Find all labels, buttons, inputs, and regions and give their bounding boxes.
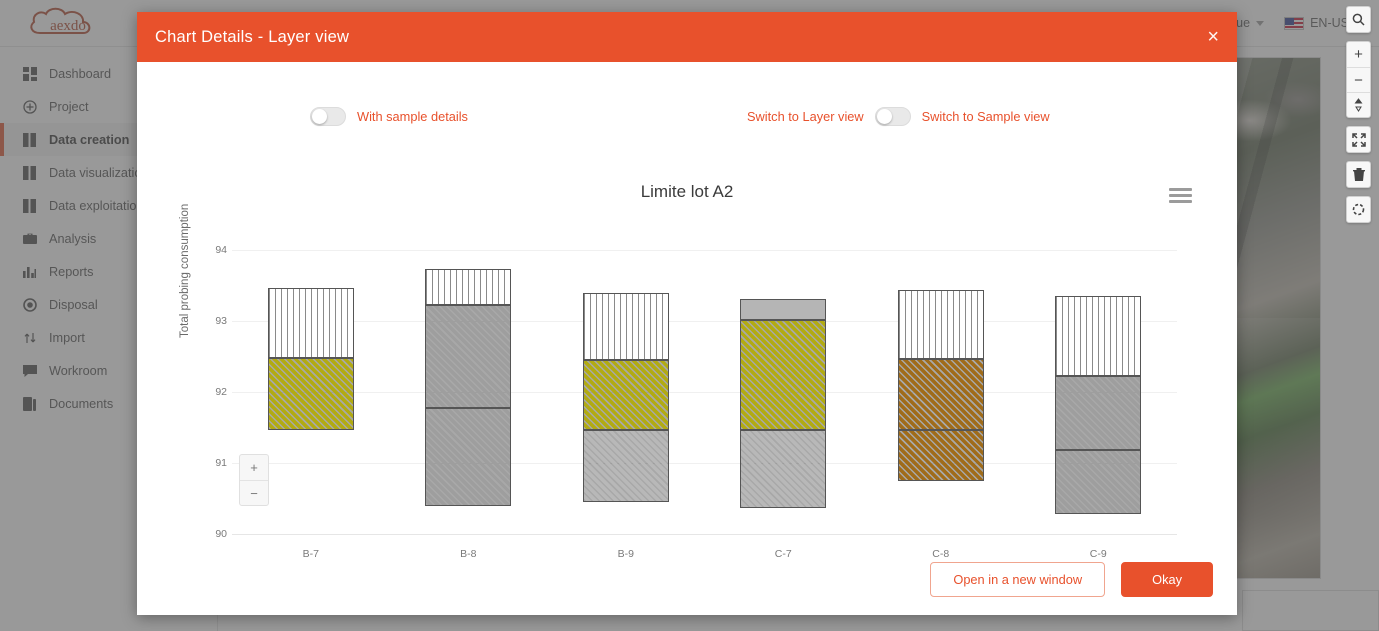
refresh-icon[interactable] [1347, 197, 1370, 222]
chart-bar[interactable] [897, 290, 984, 482]
modal-body: With sample details Switch to Layer view… [137, 62, 1237, 615]
x-axis-tick: B-7 [302, 548, 319, 560]
layer-view-label[interactable]: Switch to Layer view [747, 109, 864, 124]
y-axis-tick: 94 [215, 244, 227, 256]
chart-zoom-controls: + − [239, 454, 269, 506]
chart-bar-segment[interactable] [267, 287, 354, 358]
chart-container: Limite lot A2 Total probing consumption … [137, 182, 1237, 572]
chart-bar[interactable] [740, 298, 827, 508]
chart-zoom-out-button[interactable]: − [240, 480, 268, 505]
gridline [232, 463, 1177, 464]
chart-bar-segment[interactable] [425, 269, 512, 306]
modal-header: Chart Details - Layer view × [137, 12, 1237, 62]
chart-bar[interactable] [582, 292, 669, 503]
sample-details-switch[interactable] [310, 107, 346, 126]
chart-bar-segment[interactable] [267, 357, 354, 430]
chart-bar-segment[interactable] [740, 298, 827, 320]
sample-details-label: With sample details [357, 109, 468, 124]
fullscreen-icon[interactable] [1347, 127, 1370, 152]
chart-bar-segment[interactable] [897, 359, 984, 430]
chart-bar-segment[interactable] [1055, 296, 1142, 376]
gridline [232, 392, 1177, 393]
open-new-window-button[interactable]: Open in a new window [930, 561, 1106, 597]
map-controls: + − [1346, 6, 1371, 223]
app-root: aexdo ique EN-US DashboardProjectData cr… [0, 0, 1379, 631]
map-control-group [1346, 126, 1371, 153]
okay-button[interactable]: Okay [1121, 561, 1213, 597]
chart-title: Limite lot A2 [640, 182, 734, 201]
search-icon[interactable] [1347, 7, 1370, 32]
trash-icon[interactable] [1347, 162, 1370, 187]
chart-bar-segment[interactable] [582, 292, 669, 361]
map-control-group: + − [1346, 41, 1371, 118]
sample-details-toggle-group[interactable]: With sample details [310, 107, 468, 126]
map-control-group [1346, 6, 1371, 33]
chart-bar-segment[interactable] [740, 319, 827, 430]
y-axis-tick: 91 [215, 457, 227, 469]
chart-bar[interactable] [1055, 296, 1142, 515]
x-axis-tick: B-8 [460, 548, 477, 560]
chart-bar-segment[interactable] [1055, 375, 1142, 451]
view-mode-switch[interactable] [874, 107, 911, 126]
chart-bar[interactable] [267, 287, 354, 430]
chart-details-modal: Chart Details - Layer view × With sample… [137, 12, 1237, 615]
chart-bar-segment[interactable] [425, 408, 512, 506]
y-axis-tick: 90 [215, 528, 227, 540]
chart-bar-segment[interactable] [582, 360, 669, 430]
y-axis-tick: 93 [215, 315, 227, 327]
chart-bar-segment[interactable] [897, 290, 984, 360]
sample-view-label[interactable]: Switch to Sample view [922, 109, 1050, 124]
chart-bar[interactable] [425, 269, 512, 506]
chart-bar-segment[interactable] [582, 429, 669, 503]
compass-icon[interactable] [1347, 92, 1370, 117]
hamburger-menu-icon[interactable] [1169, 188, 1192, 203]
chart-zoom-in-button[interactable]: + [240, 455, 268, 480]
chart-bar-segment[interactable] [897, 429, 984, 482]
chart-bar-segment[interactable] [740, 429, 827, 508]
modal-footer: Open in a new window Okay [930, 543, 1213, 615]
zoom-in-icon[interactable]: + [1347, 42, 1370, 67]
close-icon[interactable]: × [1207, 27, 1219, 47]
chart-bar-segment[interactable] [425, 305, 512, 409]
x-axis-tick: C-7 [774, 548, 792, 560]
gridline [232, 250, 1177, 251]
x-axis-tick: B-9 [617, 548, 634, 560]
modal-title: Chart Details - Layer view [155, 27, 350, 46]
map-control-group [1346, 196, 1371, 223]
view-mode-toggle-group[interactable]: Switch to Layer view Switch to Sample vi… [747, 107, 1050, 126]
y-axis-tick: 92 [215, 386, 227, 398]
chart-bar-segment[interactable] [1055, 450, 1142, 515]
map-control-group [1346, 161, 1371, 188]
x-axis-line [232, 534, 1177, 535]
chart-view-toggles: With sample details Switch to Layer view… [137, 107, 1237, 147]
zoom-out-icon[interactable]: − [1347, 67, 1370, 92]
gridline [232, 321, 1177, 322]
chart-plot-area: Total probing consumption + − 90 91 92 93 94… [179, 204, 1207, 560]
